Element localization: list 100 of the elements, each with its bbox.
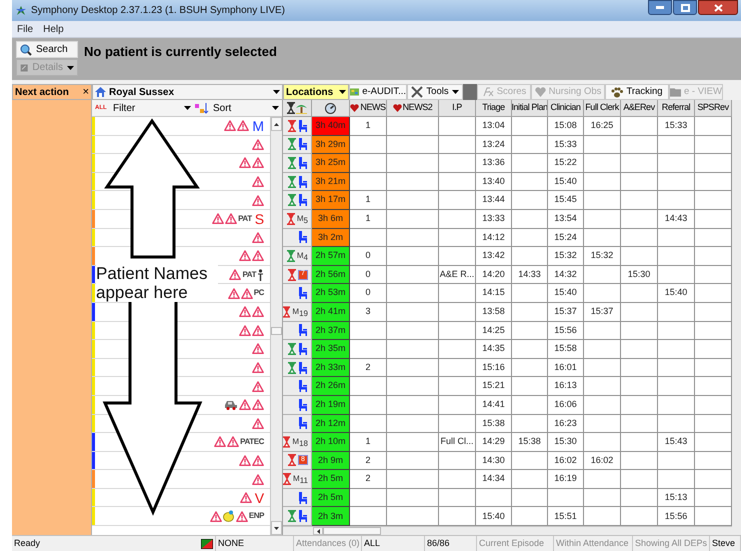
table-cell: 15:40	[658, 284, 695, 303]
alert-icon	[225, 213, 238, 224]
fruit-icon	[222, 510, 235, 522]
chair-icon	[298, 362, 308, 374]
wait-time-cell: 2h 9m	[312, 452, 350, 470]
table-cell	[658, 302, 695, 322]
table-cell: 16:13	[548, 377, 584, 396]
alert-icon	[210, 510, 222, 522]
table-cell	[439, 470, 476, 489]
alert-icon	[252, 138, 264, 150]
table-cell: 14:35	[476, 340, 512, 359]
column-header[interactable]: Triage	[476, 100, 512, 117]
table-cell	[621, 396, 658, 414]
alert-icon	[236, 510, 248, 522]
table-cell	[621, 136, 658, 154]
table-cell	[621, 452, 658, 470]
wait-time-cell: 3h 25m	[312, 154, 350, 173]
table-cell: 13:58	[476, 302, 512, 322]
table-cell	[621, 284, 658, 303]
table-cell: 0	[350, 266, 387, 284]
table-cell	[387, 266, 439, 284]
column-header[interactable]: Referral	[658, 100, 695, 117]
table-cell	[584, 470, 621, 489]
table-cell: 15:45	[548, 191, 584, 210]
folder-icon	[670, 87, 681, 97]
person-icon	[257, 268, 264, 281]
table-cell	[439, 210, 476, 229]
alert-icon	[240, 288, 253, 299]
table-cell	[439, 322, 476, 340]
table-cell	[387, 358, 439, 378]
column-header[interactable]: NEWS2	[387, 100, 439, 117]
wait-time-cell: 2h 10m	[312, 433, 350, 452]
sort-icon	[195, 102, 209, 114]
table-cell: 2	[350, 452, 387, 470]
column-header[interactable]: Initial Plan	[512, 100, 548, 117]
minimize-button[interactable]	[648, 0, 672, 15]
toolbar-button[interactable]: Tools	[407, 84, 463, 100]
column-header[interactable]: Clinician	[548, 100, 584, 117]
status-text: Showing All DEPs	[635, 536, 708, 550]
flag-code: PAT	[238, 212, 252, 225]
table-cell	[512, 414, 548, 434]
close-icon	[714, 4, 722, 12]
table-cell	[658, 340, 695, 359]
column-header[interactable]: I.P	[439, 100, 476, 117]
wait-time-cell: 2h 56m	[312, 266, 350, 284]
scrollbar-thumb[interactable]	[323, 527, 381, 536]
column-header[interactable]: Full Clerk	[584, 100, 621, 117]
toolbar-button[interactable]: e-AUDIT...	[349, 84, 407, 100]
sort-dropdown[interactable]: Sort	[213, 100, 279, 116]
menu-item[interactable]: Help	[43, 22, 64, 36]
chair-icon	[298, 176, 308, 188]
close-button[interactable]: ×	[82, 86, 89, 98]
flag-icon	[201, 538, 213, 548]
table-cell	[439, 302, 476, 322]
table-cell	[512, 322, 548, 340]
wait-time-cell: 2h 5m	[312, 488, 350, 508]
status-text: ALL	[364, 536, 380, 550]
hourglass-icon	[287, 102, 295, 114]
table-cell	[658, 414, 695, 434]
table-cell	[621, 172, 658, 192]
caret-icon	[272, 106, 279, 110]
vertical-scrollbar[interactable]	[270, 117, 282, 535]
table-cell	[439, 284, 476, 303]
table-cell: 16:19	[548, 470, 584, 489]
table-cell	[512, 377, 548, 396]
toolbar-button[interactable]: Search	[16, 41, 78, 58]
table-cell	[621, 154, 658, 173]
table-cell	[621, 377, 658, 396]
table-cell	[658, 136, 695, 154]
chair-icon	[298, 194, 308, 206]
heart-icon	[392, 104, 402, 112]
table-cell: 16:02	[548, 452, 584, 470]
alert-icon	[224, 120, 236, 132]
alert-icon	[239, 399, 252, 410]
table-cell	[387, 154, 439, 173]
table-cell: 15:32	[548, 247, 584, 266]
table-cell	[512, 117, 548, 136]
alert-icon	[252, 362, 264, 374]
table-cell: 15:37	[584, 302, 621, 322]
chair-icon	[298, 380, 308, 392]
column-header[interactable]: A&ERev	[621, 100, 658, 117]
heart-icon	[534, 87, 546, 97]
alert-icon	[239, 306, 252, 318]
search-icon	[20, 44, 32, 56]
horizontal-scrollbar[interactable]	[283, 526, 732, 536]
alert-icon	[227, 436, 240, 448]
flag-letter: M	[252, 118, 264, 133]
flag-code: PC	[254, 287, 264, 300]
site-dropdown[interactable]: Royal Sussex	[92, 84, 283, 100]
filter-dropdown[interactable]: Filter	[113, 100, 191, 116]
locations-dropdown[interactable]: Locations	[283, 84, 349, 100]
maximize-button[interactable]	[673, 0, 697, 15]
alert-icon	[237, 120, 250, 132]
scrollbar-thumb[interactable]	[271, 327, 282, 335]
column-header[interactable]: NEWS	[350, 100, 387, 117]
table-cell: 14:29	[476, 433, 512, 452]
table-cell	[439, 488, 476, 508]
menu-item[interactable]: File	[17, 22, 34, 36]
toolbar-button[interactable]: Tracking	[605, 84, 669, 100]
close-button[interactable]	[698, 0, 738, 15]
